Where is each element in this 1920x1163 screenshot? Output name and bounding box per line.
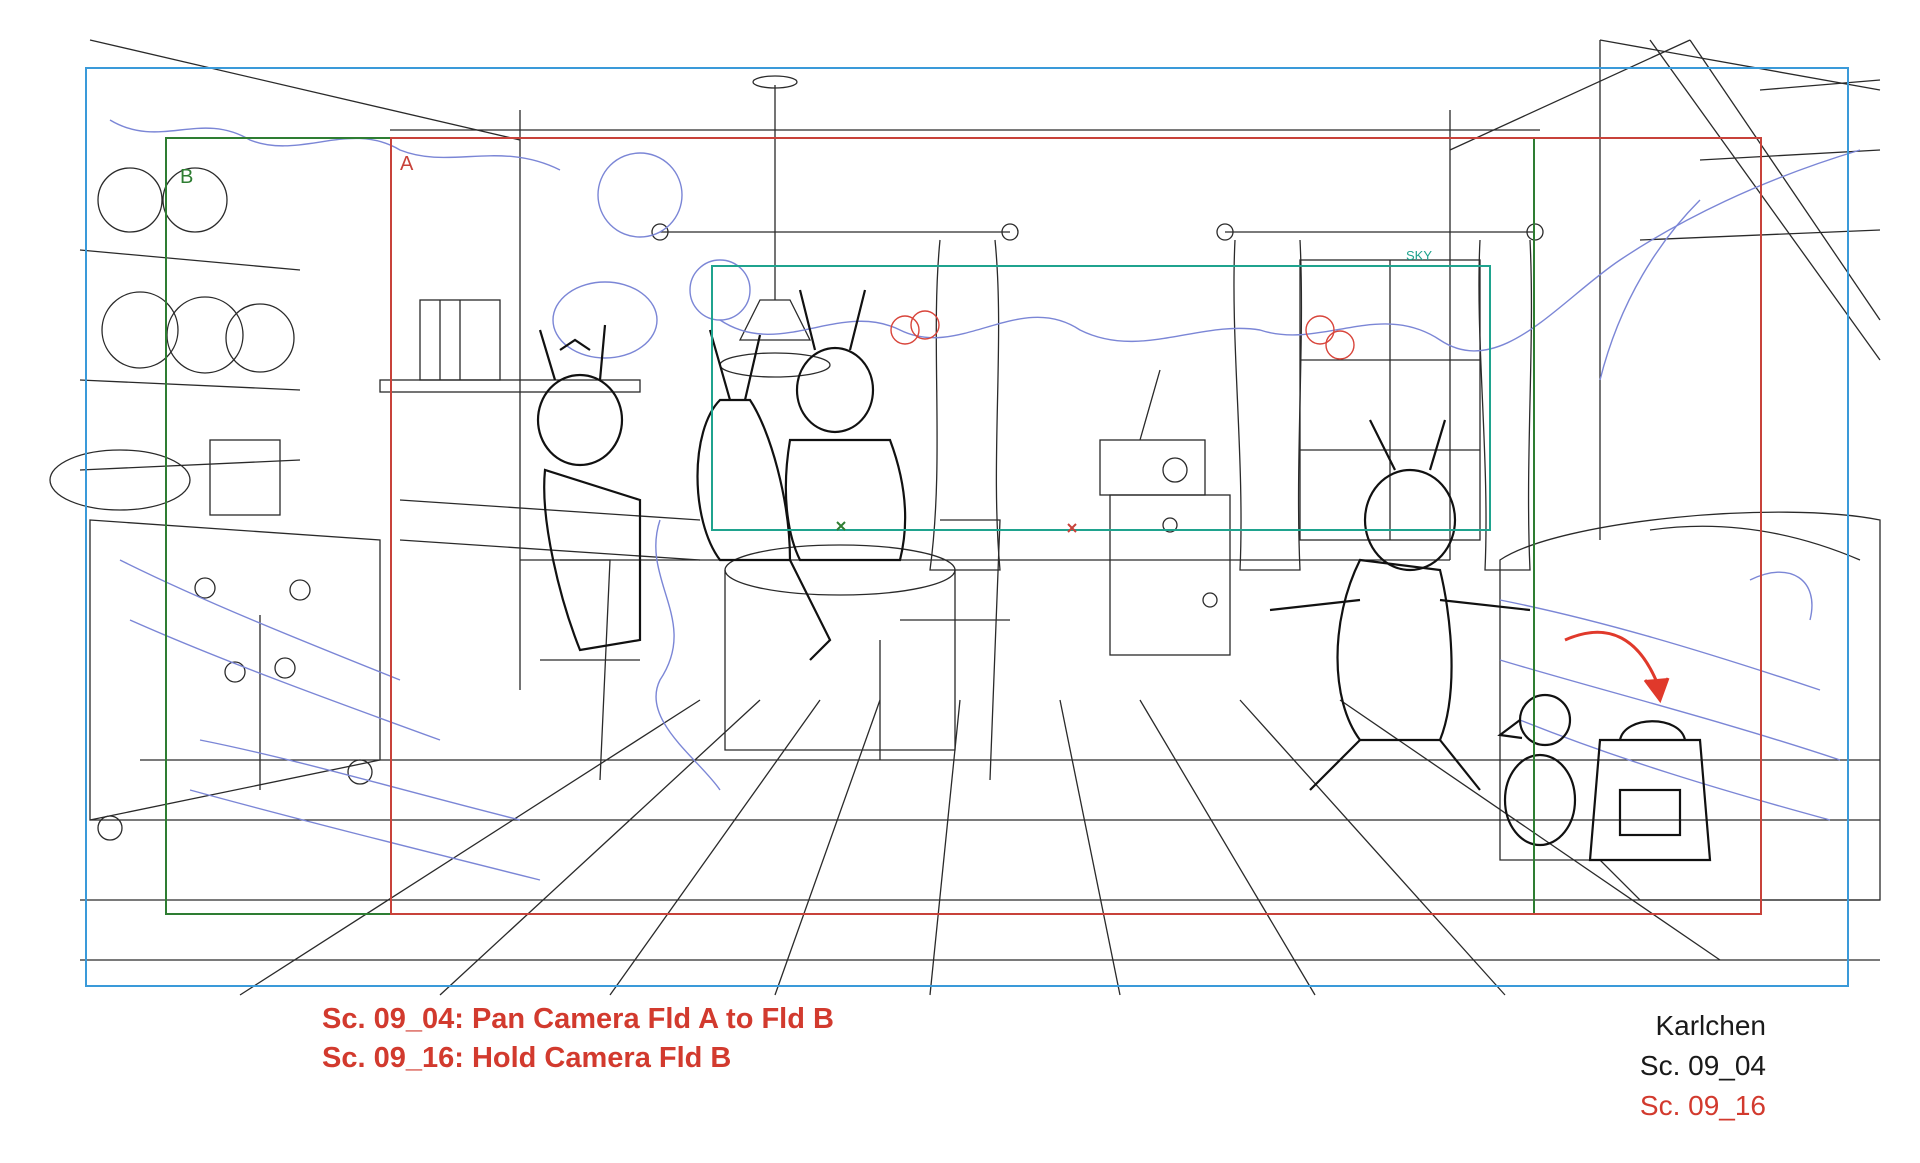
sky-label: SKY xyxy=(1406,248,1432,263)
storyboard-layout-drawing: B A SKY xyxy=(49,39,1881,996)
note-line-hold: Sc. 09_16: Hold Camera Fld B xyxy=(322,1042,732,1074)
field-frame-b-green xyxy=(165,137,1535,915)
field-frame-outer-blue xyxy=(85,67,1849,987)
slate-scene-2: Sc. 09_16 xyxy=(1639,1090,1766,1121)
background-room-linework xyxy=(49,39,1881,996)
slate-title: Karlchen xyxy=(1655,1010,1766,1041)
scene-slate: Karlchen Sc. 09_04 Sc. 09_16 xyxy=(1640,1006,1766,1126)
slate-scene-1: Sc. 09_04 xyxy=(1639,1050,1766,1081)
field-frame-a-red xyxy=(390,137,1762,915)
motion-arrow xyxy=(1564,630,1670,704)
field-b-label: B xyxy=(180,166,193,188)
field-a-label: A xyxy=(400,153,414,175)
production-notes: Sc. 09_04: Pan Camera Fld A to Fld B Sc.… xyxy=(322,1000,834,1078)
note-line-pan: Sc. 09_04: Pan Camera Fld A to Fld B xyxy=(322,1003,834,1035)
